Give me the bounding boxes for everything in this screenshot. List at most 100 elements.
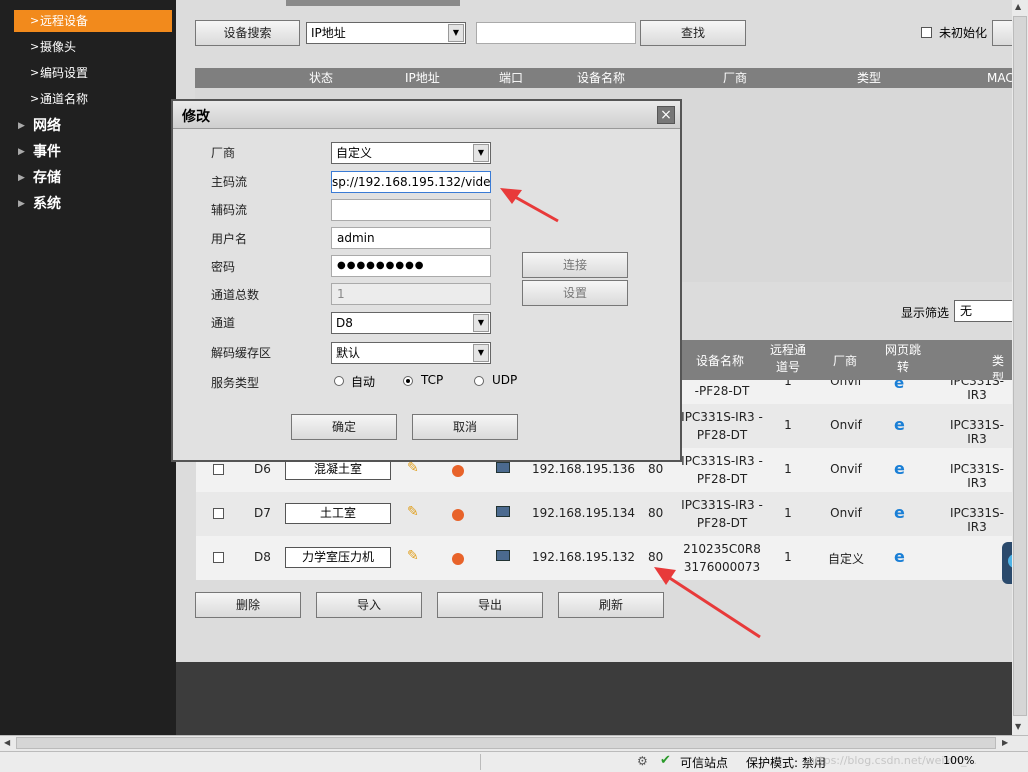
sidebar-item-remote-device[interactable]: > 远程设备 [14,10,172,32]
remote-channel-cell: 1 [784,506,792,520]
edit-icon[interactable]: ✎ [407,548,419,564]
find-button[interactable]: 查找 [640,20,746,46]
vertical-scrollbar[interactable]: ▲ ▼ [1012,0,1028,735]
sidebar-group-label: 存储 [33,170,61,186]
sidebar-group-label: 事件 [33,144,61,160]
ip-cell: 192.168.195.134 [532,506,636,520]
col-ip: IP地址 [405,71,440,85]
chevron-right-icon: > [30,92,40,105]
scroll-thumb[interactable] [1013,16,1027,716]
ok-button[interactable]: 确定 [291,414,397,440]
delete-icon[interactable] [452,465,464,477]
table-row[interactable]: D8 力学室压力机 ✎ 192.168.195.132 80 210235C0R… [196,536,1012,580]
channel-name-field[interactable]: 土工室 [285,503,391,524]
device-name-cell: -PF28-DT [694,384,750,398]
edit-dialog: 修改 × 厂商 自定义 ▼ 主码流 sp://192.168.195.132/vi… [171,99,682,462]
monitor-icon [496,462,510,473]
vendor-select[interactable]: 自定义 ▼ [331,142,491,164]
connect-button[interactable]: 连接 [522,252,628,278]
channel-cell: D7 [254,506,271,520]
buffer-select-value: 默认 [336,346,361,360]
filter-select[interactable]: IP地址 ▼ [306,22,466,44]
password-input[interactable]: ●●●●●●●●● [331,255,491,277]
sidebar: > 远程设备 > 摄像头 > 编码设置 > 通道名称 ▶ 网络 ▶ 事件 ▶ 存储 ▶ 系统 [0,0,176,735]
horizontal-scrollbar[interactable]: ◀ ▶ [0,735,1028,751]
remote-channel-cell: 1 [784,550,792,564]
zoom-label[interactable]: 100% [943,754,974,767]
sidebar-group-system[interactable]: ▶ 系统 [18,193,61,215]
service-udp-label: UDP [492,373,518,387]
triangle-right-icon: ▶ [18,173,25,183]
delete-icon[interactable] [452,509,464,521]
username-input[interactable]: admin [331,227,491,249]
scroll-up-icon[interactable]: ▲ [1015,2,1021,11]
channel-cell: D8 [254,550,271,564]
row-checkbox[interactable] [213,508,224,519]
sidebar-item-channel-name[interactable]: > 通道名称 [14,88,172,110]
hscroll-thumb[interactable] [16,737,996,749]
sidebar-item-encode[interactable]: > 编码设置 [14,62,172,84]
sidebar-group-event[interactable]: ▶ 事件 [18,141,61,163]
ie-icon[interactable]: e [894,503,905,522]
main-stream-input[interactable]: sp://192.168.195.132/video2 [331,171,491,193]
channel-name-field[interactable]: 力学室压力机 [285,547,391,568]
delete-icon[interactable] [452,553,464,565]
sidebar-group-network[interactable]: ▶ 网络 [18,115,61,137]
scroll-left-icon[interactable]: ◀ [4,738,10,747]
uninit-checkbox[interactable] [921,27,932,38]
close-icon[interactable]: × [657,106,675,124]
delete-button[interactable]: 删除 [195,592,301,618]
col-mac: MAC [987,71,1014,85]
sub-stream-label: 辅码流 [211,203,248,217]
col-device-name: 设备名称 [577,71,626,85]
device-name-cell: 210235C0R8 3176000073 [683,542,761,574]
dialog-title: 修改 [182,109,210,125]
scroll-right-icon[interactable]: ▶ [1002,738,1008,747]
col-port: 端口 [499,71,524,85]
display-filter-select[interactable]: 无 [954,300,1014,322]
filter-select-value: IP地址 [311,26,346,40]
ie-icon[interactable]: e [894,380,904,392]
port-cell: 80 [648,550,664,564]
uninit-label: 未初始化 [939,26,988,40]
col-device-name: 设备名称 [696,354,745,368]
channel-select[interactable]: D8 ▼ [331,312,491,334]
service-auto-radio[interactable] [334,376,344,386]
device-search-button[interactable]: 设备搜索 [195,20,300,46]
chevron-down-icon: ▼ [448,24,464,42]
chevron-down-icon: ▼ [473,314,489,332]
refresh-button[interactable]: 刷新 [558,592,664,618]
import-button[interactable]: 导入 [316,592,422,618]
filter-input[interactable] [476,22,636,44]
edit-icon[interactable]: ✎ [407,504,419,520]
sidebar-item-camera[interactable]: > 摄像头 [14,36,172,58]
service-udp-radio[interactable] [474,376,484,386]
export-button[interactable]: 导出 [437,592,543,618]
buffer-select[interactable]: 默认 ▼ [331,342,491,364]
type-cell: IPC331S-IR3 [949,462,1004,490]
service-tcp-radio[interactable] [403,376,413,386]
edit-icon[interactable]: ✎ [407,460,419,476]
main-stream-label: 主码流 [211,175,248,189]
ie-icon[interactable]: e [894,415,905,434]
ie-icon[interactable]: e [894,459,905,478]
device-name-cell: IPC331S-IR3 -PF28-DT [681,498,763,530]
total-channels-input: 1 [331,283,491,305]
row-checkbox[interactable] [213,464,224,475]
sidebar-group-storage[interactable]: ▶ 存储 [18,167,61,189]
sub-stream-input[interactable] [331,199,491,221]
ie-icon[interactable]: e [894,547,905,566]
search-table-header: 状态 IP地址 端口 设备名称 厂商 类型 MAC [195,68,1014,88]
username-label: 用户名 [211,232,248,246]
ip-cell: 192.168.195.136 [532,462,636,476]
channel-name-field[interactable]: 混凝土室 [285,459,391,480]
cancel-button[interactable]: 取消 [412,414,518,440]
sidebar-group-label: 系统 [33,196,61,212]
service-auto-label: 自动 [351,375,376,389]
settings-button[interactable]: 设置 [522,280,628,306]
scroll-down-icon[interactable]: ▼ [1015,722,1021,731]
table-row[interactable]: D7 土工室 ✎ 192.168.195.134 80 IPC331S-IR3 … [196,492,1012,536]
sidebar-item-label: 编码设置 [40,66,89,80]
status-bar: ⚙ ✔ 可信站点 保护模式: 禁用 https://blog.csdn.net/… [0,751,1028,772]
row-checkbox[interactable] [213,552,224,563]
